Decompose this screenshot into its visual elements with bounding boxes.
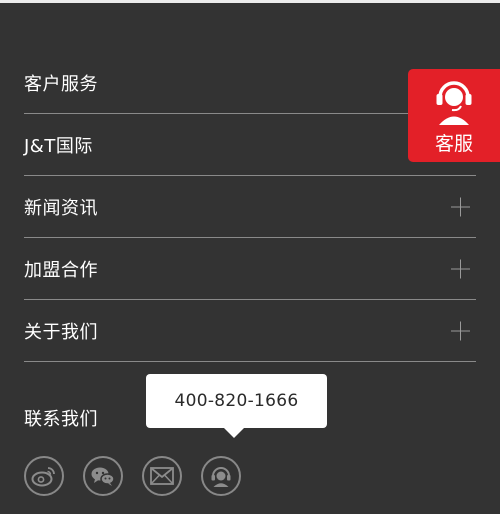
weibo-icon[interactable] [24,456,64,496]
contact-us-title: 联系我们 [24,409,98,430]
social-links [24,456,241,496]
mail-icon[interactable] [142,456,182,496]
top-strip [0,0,500,3]
menu-item-label: 客户服务 [24,73,98,95]
floating-customer-service-button[interactable]: 客服 [408,69,500,162]
menu-item-label: 关于我们 [24,321,98,343]
menu-item-news[interactable]: 新闻资讯 [24,176,476,238]
wechat-icon[interactable] [83,456,123,496]
menu-item-label: 新闻资讯 [24,197,98,219]
menu-item-franchise[interactable]: 加盟合作 [24,238,476,300]
floating-service-label: 客服 [434,133,473,155]
menu-item-label: 加盟合作 [24,259,98,281]
expand-plus-icon[interactable] [451,259,470,278]
phone-number[interactable]: 400-820-1666 [174,391,298,411]
customer-service-agent-icon [436,81,472,125]
customer-service-icon[interactable] [201,456,241,496]
expand-plus-icon[interactable] [451,321,470,340]
phone-tooltip: 400-820-1666 [146,374,327,438]
menu-item-label: J&T国际 [24,135,93,157]
menu-item-about-us[interactable]: 关于我们 [24,300,476,362]
expand-plus-icon[interactable] [451,197,470,216]
